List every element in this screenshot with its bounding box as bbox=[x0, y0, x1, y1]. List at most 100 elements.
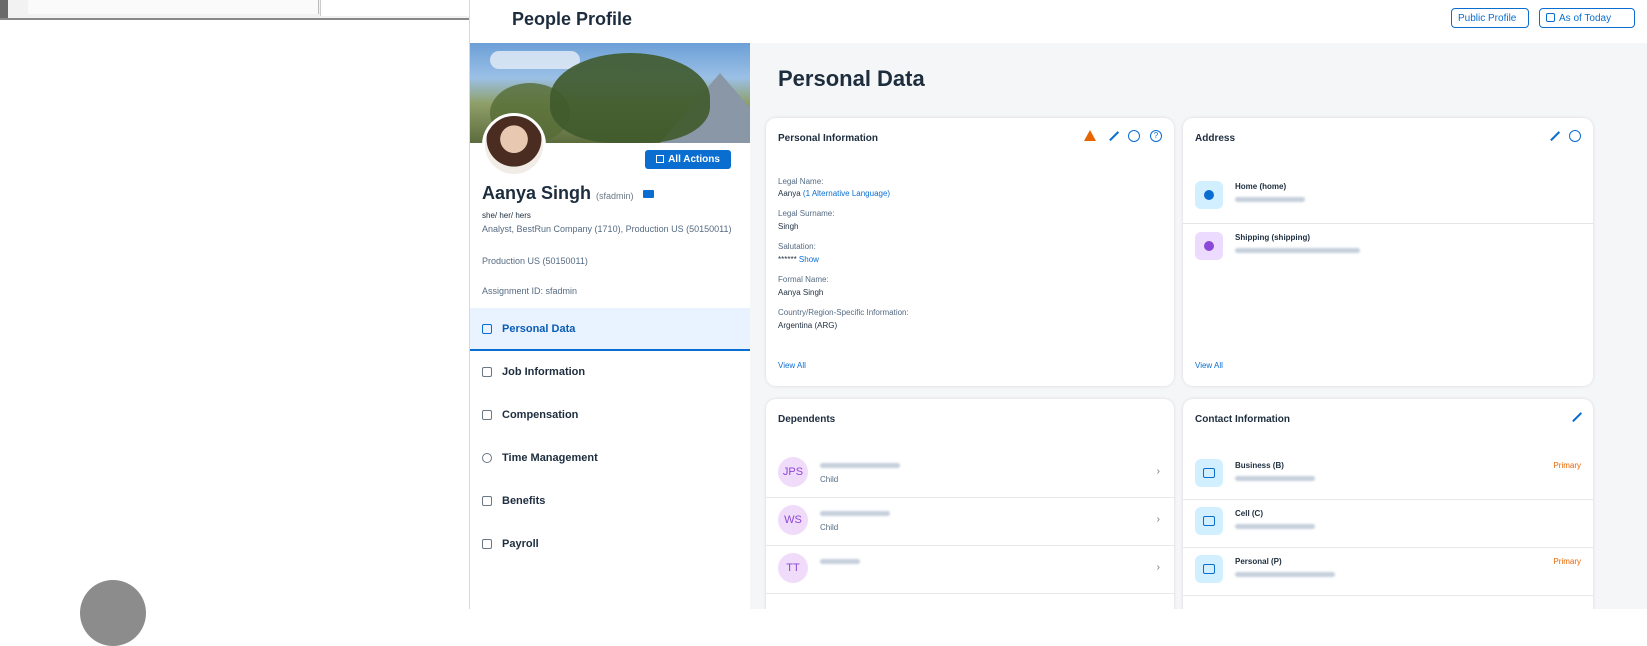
address-row-home[interactable]: Home (home) bbox=[1183, 173, 1593, 224]
card-title: Contact Information bbox=[1195, 414, 1290, 425]
dependent-row[interactable]: TT › bbox=[766, 547, 1174, 594]
shell-bar: People Profile Public Profile As of Toda… bbox=[470, 0, 1647, 43]
employee-username: (sfadmin) bbox=[596, 191, 634, 201]
dependents-card: Dependents JPS Child › WS Child › TT › bbox=[766, 399, 1174, 609]
field-value: Singh bbox=[778, 222, 799, 231]
nav-item-label: Job Information bbox=[502, 366, 586, 378]
page-title: People Profile bbox=[512, 9, 633, 29]
edit-icon[interactable] bbox=[1104, 126, 1120, 142]
nav-item-compensation[interactable]: Compensation bbox=[470, 394, 750, 437]
contact-type: Cell (C) bbox=[1235, 509, 1263, 518]
employee-name: Aanya Singh (sfadmin) bbox=[482, 183, 654, 204]
background-window bbox=[0, 0, 471, 20]
benefits-icon bbox=[482, 496, 492, 506]
person-icon bbox=[482, 324, 492, 334]
field-value: ****** Show bbox=[778, 255, 819, 264]
dependent-relation: Child bbox=[820, 523, 839, 532]
address-type: Home (home) bbox=[1235, 182, 1287, 191]
warning-icon[interactable] bbox=[1084, 130, 1096, 141]
address-icon bbox=[1195, 232, 1223, 260]
nav-item-job-information[interactable]: Job Information bbox=[470, 351, 750, 394]
history-icon[interactable] bbox=[1569, 130, 1581, 142]
dependent-avatar: WS bbox=[778, 505, 808, 535]
card-actions bbox=[1545, 126, 1581, 142]
contact-information-card: Contact Information Business (B) Primary… bbox=[1183, 399, 1593, 609]
primary-badge: Primary bbox=[1553, 461, 1581, 470]
show-link[interactable]: Show bbox=[799, 255, 819, 264]
dependent-avatar: JPS bbox=[778, 457, 808, 487]
background-window-edge bbox=[0, 0, 8, 18]
assignment-id: Assignment ID: sfadmin bbox=[482, 286, 578, 296]
personal-information-card: Personal Information ? Legal Name: Aanya… bbox=[766, 118, 1174, 386]
org-icon bbox=[482, 367, 492, 377]
field-label: Salutation: bbox=[778, 242, 816, 251]
external-link-icon bbox=[656, 155, 665, 163]
contact-value-redacted bbox=[1235, 476, 1315, 481]
edit-icon[interactable] bbox=[1545, 126, 1561, 142]
card-title: Personal Information bbox=[778, 133, 879, 144]
chevron-right-icon: › bbox=[1156, 562, 1160, 573]
nav-item-benefits[interactable]: Benefits bbox=[470, 480, 750, 523]
chevron-right-icon: › bbox=[1156, 466, 1160, 477]
section-title: Personal Data bbox=[778, 66, 925, 91]
profile-sidebar: All Actions Aanya Singh (sfadmin) she/ h… bbox=[470, 43, 750, 609]
address-text-redacted bbox=[1235, 197, 1305, 202]
nav-item-label: Benefits bbox=[502, 495, 546, 507]
edit-icon[interactable] bbox=[1567, 407, 1583, 423]
nav-item-label: Payroll bbox=[502, 538, 539, 550]
calendar-icon bbox=[1546, 13, 1555, 22]
dependent-relation: Child bbox=[820, 475, 839, 484]
view-all-link[interactable]: View All bbox=[778, 361, 806, 370]
public-profile-button[interactable]: Public Profile bbox=[1451, 8, 1529, 28]
location: Production US (50150011) bbox=[482, 256, 588, 266]
address-type: Shipping (shipping) bbox=[1235, 233, 1311, 242]
doc-icon bbox=[482, 410, 492, 420]
contact-row[interactable]: Cell (C) bbox=[1183, 499, 1593, 548]
business-card-icon[interactable] bbox=[642, 190, 654, 198]
phone-icon bbox=[1195, 507, 1223, 535]
contact-type: Personal (P) bbox=[1235, 557, 1282, 566]
dependent-row[interactable]: JPS Child › bbox=[766, 451, 1174, 498]
avatar[interactable] bbox=[482, 113, 546, 177]
app-window: People Profile Public Profile As of Toda… bbox=[469, 0, 1647, 609]
as-of-today-button[interactable]: As of Today bbox=[1539, 8, 1635, 28]
all-actions-label: All Actions bbox=[668, 154, 720, 165]
contact-type: Business (B) bbox=[1235, 461, 1284, 470]
profile-nav: Personal Data Job Information Compensati… bbox=[470, 308, 750, 566]
payroll-icon bbox=[482, 539, 492, 549]
nav-item-label: Personal Data bbox=[502, 323, 576, 335]
email-icon bbox=[1195, 555, 1223, 583]
view-all-link[interactable]: View All bbox=[1195, 361, 1223, 370]
history-icon[interactable] bbox=[1128, 130, 1140, 142]
field-label: Formal Name: bbox=[778, 275, 829, 284]
nav-item-time-management[interactable]: Time Management bbox=[470, 437, 750, 480]
help-icon[interactable]: ? bbox=[1150, 130, 1162, 142]
background-window-panel bbox=[28, 0, 319, 14]
card-actions bbox=[1567, 407, 1583, 423]
address-row-shipping[interactable]: Shipping (shipping) bbox=[1183, 224, 1593, 274]
contact-row[interactable]: Personal (P) Primary bbox=[1183, 547, 1593, 596]
background-window-field bbox=[320, 0, 471, 16]
nav-item-label: Time Management bbox=[502, 452, 598, 464]
background-avatar bbox=[80, 580, 146, 646]
nav-item-personal-data[interactable]: Personal Data bbox=[470, 308, 750, 351]
field-label: Legal Surname: bbox=[778, 209, 835, 218]
clock-icon bbox=[482, 453, 492, 463]
contact-row[interactable]: Business (B) Primary bbox=[1183, 451, 1593, 500]
main-content: Personal Data Personal Information ? Leg… bbox=[750, 43, 1647, 609]
contact-value-redacted bbox=[1235, 572, 1335, 577]
address-card: Address Home (home) Shipping (shipping) … bbox=[1183, 118, 1593, 386]
dependent-name-redacted bbox=[820, 511, 890, 516]
card-title: Address bbox=[1195, 133, 1236, 144]
all-actions-button[interactable]: All Actions bbox=[645, 150, 731, 169]
nav-item-payroll[interactable]: Payroll bbox=[470, 523, 750, 566]
dependent-avatar: TT bbox=[778, 553, 808, 583]
field-label: Country/Region-Specific Information: bbox=[778, 308, 909, 317]
address-text-redacted bbox=[1235, 248, 1360, 253]
dependent-row[interactable]: WS Child › bbox=[766, 499, 1174, 546]
phone-icon bbox=[1195, 459, 1223, 487]
alternative-language-link[interactable]: (1 Alternative Language) bbox=[803, 189, 890, 198]
field-value: Argentina (ARG) bbox=[778, 321, 838, 330]
as-of-today-label: As of Today bbox=[1559, 13, 1612, 24]
dependent-name-redacted bbox=[820, 463, 900, 468]
